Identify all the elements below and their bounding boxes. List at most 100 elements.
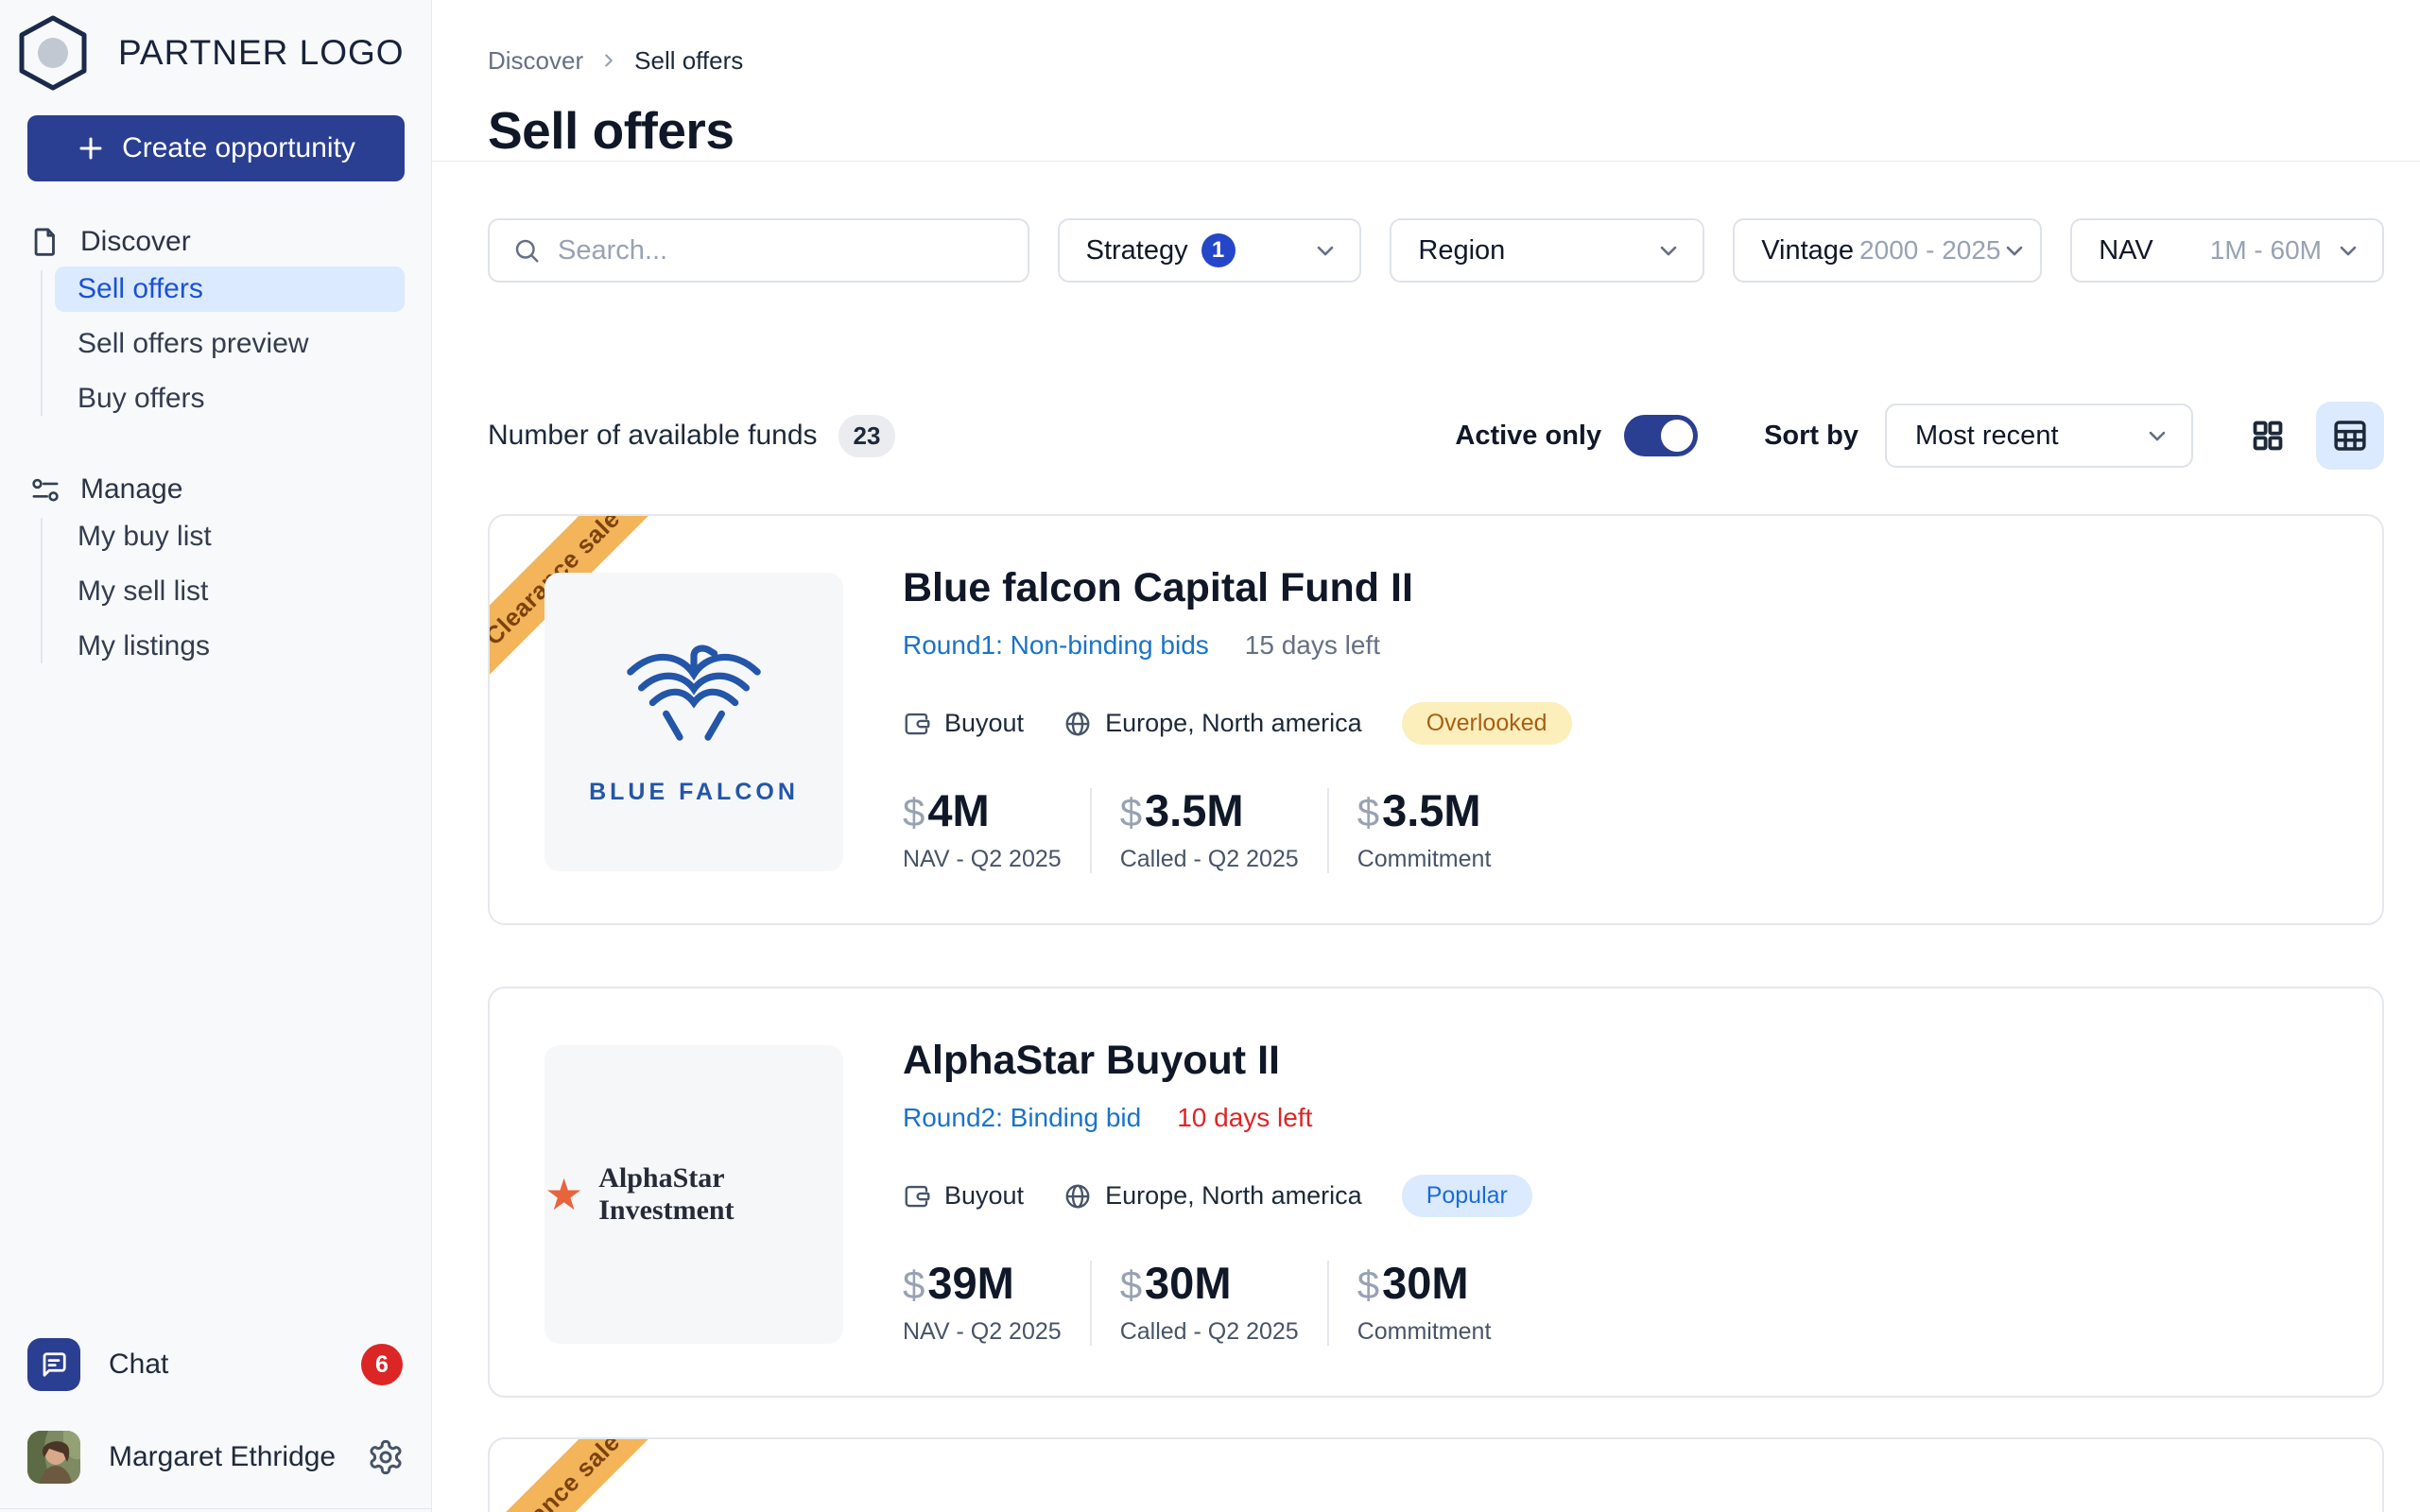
- active-only-toggle[interactable]: [1624, 415, 1698, 456]
- sidebar-item-my-listings[interactable]: My listings: [55, 624, 405, 669]
- currency-symbol: $: [1357, 793, 1379, 833]
- stat-label: NAV - Q2 2025: [903, 1318, 1062, 1346]
- strategy-tag: Buyout: [903, 709, 1024, 738]
- nav-filter[interactable]: NAV 1M - 60M: [2070, 218, 2384, 283]
- globe-icon: [1063, 1182, 1092, 1211]
- search-box: [488, 218, 1029, 283]
- status-badge: Popular: [1402, 1175, 1532, 1217]
- sidebar-item-sell-offers-preview[interactable]: Sell offers preview: [55, 321, 405, 367]
- strategy-tag: Buyout: [903, 1181, 1024, 1211]
- wallet-icon: [903, 710, 931, 738]
- fund-card-blue-falcon[interactable]: Clearance sale BLUE FALCON Blue falcon C: [488, 514, 2384, 925]
- currency-symbol: $: [1120, 793, 1142, 833]
- fund-card-body: Blue falcon Capital Fund II Round1: Non-…: [903, 516, 2382, 873]
- stat-called: $30M Called - Q2 2025: [1090, 1261, 1327, 1346]
- stat-value: $30M: [1120, 1261, 1299, 1305]
- funds-count-label: Number of available funds: [488, 420, 818, 452]
- strategy-filter-label: Strategy: [1086, 235, 1188, 266]
- sidebar-item-sell-offers[interactable]: Sell offers: [55, 266, 405, 312]
- nav-header-manage: Manage: [27, 467, 405, 512]
- sidebar-item-my-buy-list[interactable]: My buy list: [55, 514, 405, 559]
- fund-card-partial[interactable]: Clearance sale: [488, 1437, 2384, 1512]
- strategy-count-badge: 1: [1201, 233, 1236, 267]
- globe-icon: [1063, 710, 1092, 738]
- region-filter-label: Region: [1418, 235, 1505, 266]
- nav-items-discover: Sell offers Sell offers preview Buy offe…: [27, 266, 405, 421]
- strategy-tag-label: Buyout: [944, 1181, 1024, 1211]
- fund-title[interactable]: Blue falcon Capital Fund II: [903, 565, 2344, 611]
- plus-icon: [77, 134, 105, 163]
- create-opportunity-button[interactable]: Create opportunity: [27, 115, 405, 181]
- stat-label: Commitment: [1357, 1318, 1492, 1346]
- fund-logo-text: BLUE FALCON: [589, 779, 799, 806]
- sort-select-value: Most recent: [1915, 421, 2059, 452]
- stat-called: $3.5M Called - Q2 2025: [1090, 788, 1327, 873]
- nav-filter-label: NAV: [2099, 235, 2152, 266]
- fund-title[interactable]: AlphaStar Buyout II: [903, 1038, 2344, 1084]
- sort-select[interactable]: Most recent: [1885, 404, 2193, 468]
- page-header: Discover Sell offers Sell offers: [432, 0, 2420, 162]
- days-left: 15 days left: [1245, 630, 1380, 661]
- document-icon: [29, 226, 61, 258]
- star-icon: ★: [544, 1173, 583, 1216]
- user-profile[interactable]: Margaret Ethridge: [27, 1431, 405, 1484]
- stat-number: 4M: [927, 788, 989, 833]
- sidebar: PARTNER LOGO Create opportunity Discover…: [0, 0, 432, 1512]
- partner-logo-text: PARTNER LOGO: [118, 33, 405, 73]
- stat-number: 30M: [1382, 1261, 1468, 1305]
- stat-value: $39M: [903, 1261, 1062, 1305]
- vintage-filter-label: Vintage: [1761, 235, 1854, 266]
- search-icon: [512, 236, 541, 265]
- strategy-filter[interactable]: Strategy 1: [1058, 218, 1362, 283]
- fund-card-alphastar[interactable]: ★ AlphaStar Investment AlphaStar Buyout …: [488, 987, 2384, 1398]
- sort-by-label: Sort by: [1764, 421, 1858, 452]
- sidebar-item-label: Buy offers: [78, 383, 205, 415]
- sidebar-item-buy-offers[interactable]: Buy offers: [55, 376, 405, 421]
- strategy-tag-label: Buyout: [944, 709, 1024, 738]
- stats-row: $39M NAV - Q2 2025 $30M Called - Q2 2025…: [903, 1261, 2344, 1346]
- stat-nav: $4M NAV - Q2 2025: [903, 788, 1090, 873]
- stat-label: Commitment: [1357, 846, 1492, 873]
- avatar: [27, 1431, 80, 1484]
- funds-count-block: Number of available funds 23: [488, 415, 895, 457]
- search-input[interactable]: [556, 234, 1005, 267]
- stat-number: 30M: [1145, 1261, 1231, 1305]
- main-content: Discover Sell offers Sell offers Strateg…: [432, 0, 2420, 1512]
- nav-section-discover: Discover Sell offers Sell offers preview…: [27, 219, 405, 421]
- stat-number: 3.5M: [1382, 788, 1481, 833]
- sidebar-bottom: Chat 6 Margaret Ethridge: [27, 1338, 405, 1512]
- table-view-button[interactable]: [2316, 402, 2384, 470]
- stat-number: 3.5M: [1145, 788, 1244, 833]
- round-link[interactable]: Round2: Binding bid: [903, 1103, 1141, 1133]
- round-link[interactable]: Round1: Non-binding bids: [903, 630, 1209, 661]
- grid-view-button[interactable]: [2244, 412, 2291, 459]
- round-row: Round1: Non-binding bids 15 days left: [903, 630, 2344, 661]
- chevron-down-icon: [2144, 422, 2170, 449]
- status-badge: Overlooked: [1402, 702, 1572, 745]
- blue-falcon-logo-icon: [623, 638, 765, 747]
- gear-icon[interactable]: [367, 1438, 405, 1476]
- stat-number: 39M: [927, 1261, 1013, 1305]
- vintage-filter[interactable]: Vintage 2000 - 2025: [1733, 218, 2042, 283]
- chevron-down-icon: [2001, 237, 2028, 264]
- sliders-icon: [29, 473, 61, 506]
- chat-button[interactable]: Chat 6: [27, 1338, 405, 1391]
- alphastar-logo: ★ AlphaStar Investment: [544, 1162, 843, 1227]
- breadcrumb-current: Sell offers: [634, 46, 743, 76]
- stat-value: $3.5M: [1120, 788, 1299, 833]
- breadcrumb-discover[interactable]: Discover: [488, 46, 583, 76]
- page-title: Sell offers: [488, 100, 2384, 161]
- stat-commitment: $30M Commitment: [1327, 1261, 1520, 1346]
- chevron-down-icon: [1312, 237, 1339, 264]
- user-name: Margaret Ethridge: [109, 1441, 338, 1473]
- sidebar-item-my-sell-list[interactable]: My sell list: [55, 569, 405, 614]
- nav-filter-value: 1M - 60M: [2210, 235, 2322, 266]
- region-filter[interactable]: Region: [1390, 218, 1704, 283]
- nav-header-discover: Discover: [27, 219, 405, 265]
- grid-view-icon: [2250, 415, 2286, 456]
- fund-logo-tile: BLUE FALCON: [544, 573, 843, 871]
- stat-nav: $39M NAV - Q2 2025: [903, 1261, 1090, 1346]
- partner-logo: PARTNER LOGO: [12, 12, 405, 94]
- stat-label: Called - Q2 2025: [1120, 846, 1299, 873]
- vintage-filter-value: 2000 - 2025: [1859, 235, 2000, 266]
